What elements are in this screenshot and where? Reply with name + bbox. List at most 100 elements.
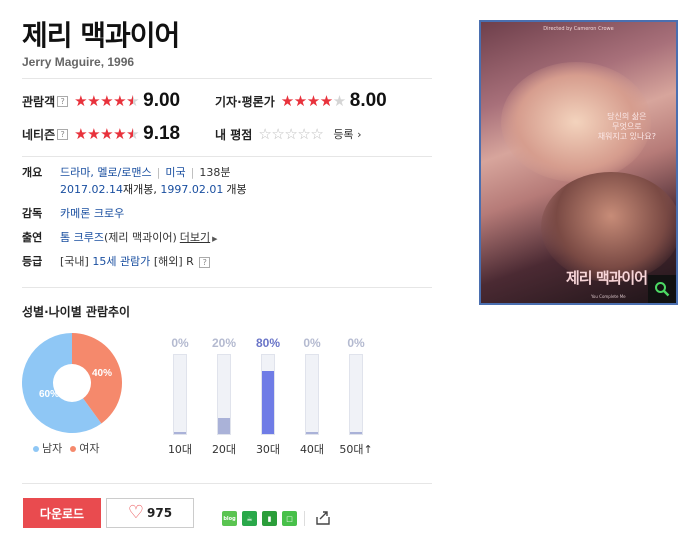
star-icon[interactable]: ☆ bbox=[297, 126, 310, 142]
age-bar-label: 30대 bbox=[255, 443, 281, 456]
blog-share-icon[interactable]: blog bbox=[222, 511, 237, 526]
age-bar-fill bbox=[262, 370, 274, 434]
star-icon[interactable]: ☆ bbox=[310, 126, 323, 142]
director-row: 감독 카메론 크로우 bbox=[22, 205, 124, 222]
star-icon: ★ bbox=[319, 91, 333, 110]
pie-legend: 남자 여자 bbox=[33, 440, 100, 456]
star-icon: ★ bbox=[100, 124, 113, 143]
star-icon[interactable]: ☆ bbox=[258, 126, 271, 142]
caret-right-icon: ▶ bbox=[212, 235, 218, 243]
age-bar-label: 10대 bbox=[167, 443, 193, 456]
age-bar-percent: 80% bbox=[255, 336, 281, 350]
poster-figure bbox=[541, 172, 676, 282]
star-icon: ★ bbox=[113, 124, 126, 143]
audience-stars: ★ ★ ★ ★ ★ bbox=[74, 91, 139, 110]
movie-poster[interactable]: Directed by Cameron Crowe 당신의 삶은 무엇으로 채워… bbox=[479, 20, 678, 305]
male-percent-label: 60% bbox=[39, 389, 59, 400]
director-label: 감독 bbox=[22, 207, 43, 220]
help-icon[interactable]: ? bbox=[57, 128, 69, 140]
star-icon: ★ bbox=[332, 91, 346, 110]
release-date-link[interactable]: 1997.02.01 bbox=[160, 181, 223, 198]
star-icon: ★ bbox=[293, 91, 307, 110]
netizen-rating-label: 네티즌 bbox=[22, 127, 56, 142]
age-bar-fill bbox=[218, 418, 230, 434]
divider bbox=[22, 287, 432, 288]
age-bar-4: 0% 40대 bbox=[292, 336, 332, 457]
overview-row: 개요 드라마, 멜로/로맨스 | 미국 | 138분 bbox=[22, 166, 231, 179]
age-bar-track bbox=[305, 354, 319, 435]
age-bar-track bbox=[217, 354, 231, 435]
age-bar-label: 50대↑ bbox=[339, 443, 373, 456]
like-count: 975 bbox=[147, 506, 173, 520]
age-bar-percent: 0% bbox=[347, 336, 365, 350]
release-row: 2017.02.14 재개봉, 1997.02.01 개봉 bbox=[60, 181, 247, 198]
cast-row: 출연 톰 크루즈(제리 맥과이어) 더보기 ▶ bbox=[22, 229, 218, 248]
cast-role: (제리 맥과이어) bbox=[103, 231, 177, 244]
age-bar-track bbox=[173, 354, 187, 435]
rerelease-date-link[interactable]: 2017.02.14 bbox=[60, 181, 123, 198]
my-rating-stars[interactable]: ☆ ☆ ☆ ☆ ☆ bbox=[258, 126, 323, 142]
critic-rating-label: 기자·평론가 bbox=[215, 94, 275, 109]
magnifier-icon bbox=[655, 282, 670, 297]
poster-tagline: 당신의 삶은 무엇으로 채워지고 있나요? bbox=[597, 112, 656, 141]
chevron-right-icon: › bbox=[357, 128, 362, 141]
age-bar-label: 20대 bbox=[211, 443, 237, 456]
gender-pie-chart: 60% 40% bbox=[21, 333, 122, 433]
half-star-icon: ★ bbox=[126, 126, 139, 142]
share-divider bbox=[304, 511, 305, 526]
legend-female: 여자 bbox=[70, 440, 100, 456]
genre-link[interactable]: 드라마, 멜로/로맨스 bbox=[60, 166, 152, 179]
director-link[interactable]: 카메론 크로우 bbox=[60, 205, 124, 222]
poster-title: 제리 맥과이어 bbox=[566, 269, 648, 287]
download-button[interactable]: 다운로드 bbox=[23, 498, 101, 528]
more-cast-link[interactable]: 더보기 bbox=[180, 231, 210, 244]
critic-rating: 기자·평론가 ★ ★ ★ ★ ★ 8.00 bbox=[215, 89, 387, 113]
country-link[interactable]: 미국 bbox=[165, 166, 185, 179]
like-button[interactable]: ♡ 975 bbox=[106, 498, 194, 528]
star-icon: ★ bbox=[280, 91, 294, 110]
star-icon: ★ bbox=[113, 91, 126, 110]
age-bar-fill bbox=[350, 432, 362, 434]
pie-svg: 60% 40% bbox=[21, 333, 122, 433]
zoom-button[interactable] bbox=[648, 275, 676, 303]
my-rating[interactable]: 내 평점 ☆ ☆ ☆ ☆ ☆ 등록 › bbox=[215, 122, 361, 146]
runtime: 138분 bbox=[199, 166, 231, 179]
netizen-score: 9.18 bbox=[143, 123, 181, 144]
netizen-rating: 네티즌 ? ★★★★★ 9.18 bbox=[22, 122, 180, 146]
bookmark-share-icon[interactable]: ▮ bbox=[262, 511, 277, 526]
age-bar-1: 0% 10대 bbox=[160, 336, 200, 457]
help-icon[interactable]: ? bbox=[57, 95, 69, 107]
grade-label: 등급 bbox=[22, 255, 43, 268]
legend-male: 남자 bbox=[33, 440, 62, 456]
movie-original-title: Jerry Maguire, 1996 bbox=[22, 55, 135, 69]
poster-quote: You Complete Me bbox=[591, 294, 626, 299]
star-icon: ★ bbox=[306, 91, 320, 110]
movie-title: 제리 맥과이어 bbox=[22, 19, 180, 52]
register-rating-link[interactable]: 등록 › bbox=[333, 126, 361, 142]
star-icon[interactable]: ☆ bbox=[271, 126, 284, 142]
age-bar-percent: 20% bbox=[211, 336, 237, 350]
help-icon[interactable]: ? bbox=[199, 257, 211, 268]
memo-share-icon[interactable]: □ bbox=[282, 511, 297, 526]
star-icon: ★ bbox=[100, 91, 113, 110]
star-icon: ★ bbox=[87, 91, 100, 110]
poster-credit: Directed by Cameron Crowe bbox=[543, 26, 614, 32]
grade-link[interactable]: 15세 관람가 bbox=[92, 255, 150, 268]
female-percent-label: 40% bbox=[92, 368, 112, 379]
trend-section-title: 성별·나이별 관람추이 bbox=[22, 305, 131, 319]
share-icon[interactable] bbox=[314, 509, 332, 527]
audience-rating: 관람객 ? ★★★★★ 9.00 bbox=[22, 89, 180, 113]
star-icon[interactable]: ☆ bbox=[284, 126, 297, 142]
age-bar-fill bbox=[174, 432, 186, 434]
cast-link[interactable]: 톰 크루즈 bbox=[60, 231, 104, 244]
female-dot-icon bbox=[70, 446, 77, 452]
my-rating-label: 내 평점 bbox=[215, 127, 253, 142]
star-icon: ★ bbox=[74, 91, 87, 110]
heart-icon: ♡ bbox=[127, 502, 145, 523]
star-icon: ★ bbox=[87, 124, 100, 143]
divider bbox=[22, 78, 432, 79]
age-bar-3: 80% 30대 bbox=[248, 336, 288, 457]
cast-label: 출연 bbox=[22, 231, 43, 244]
age-bar-2: 20% 20대 bbox=[204, 336, 244, 457]
cafe-share-icon[interactable]: ☕ bbox=[242, 511, 257, 526]
